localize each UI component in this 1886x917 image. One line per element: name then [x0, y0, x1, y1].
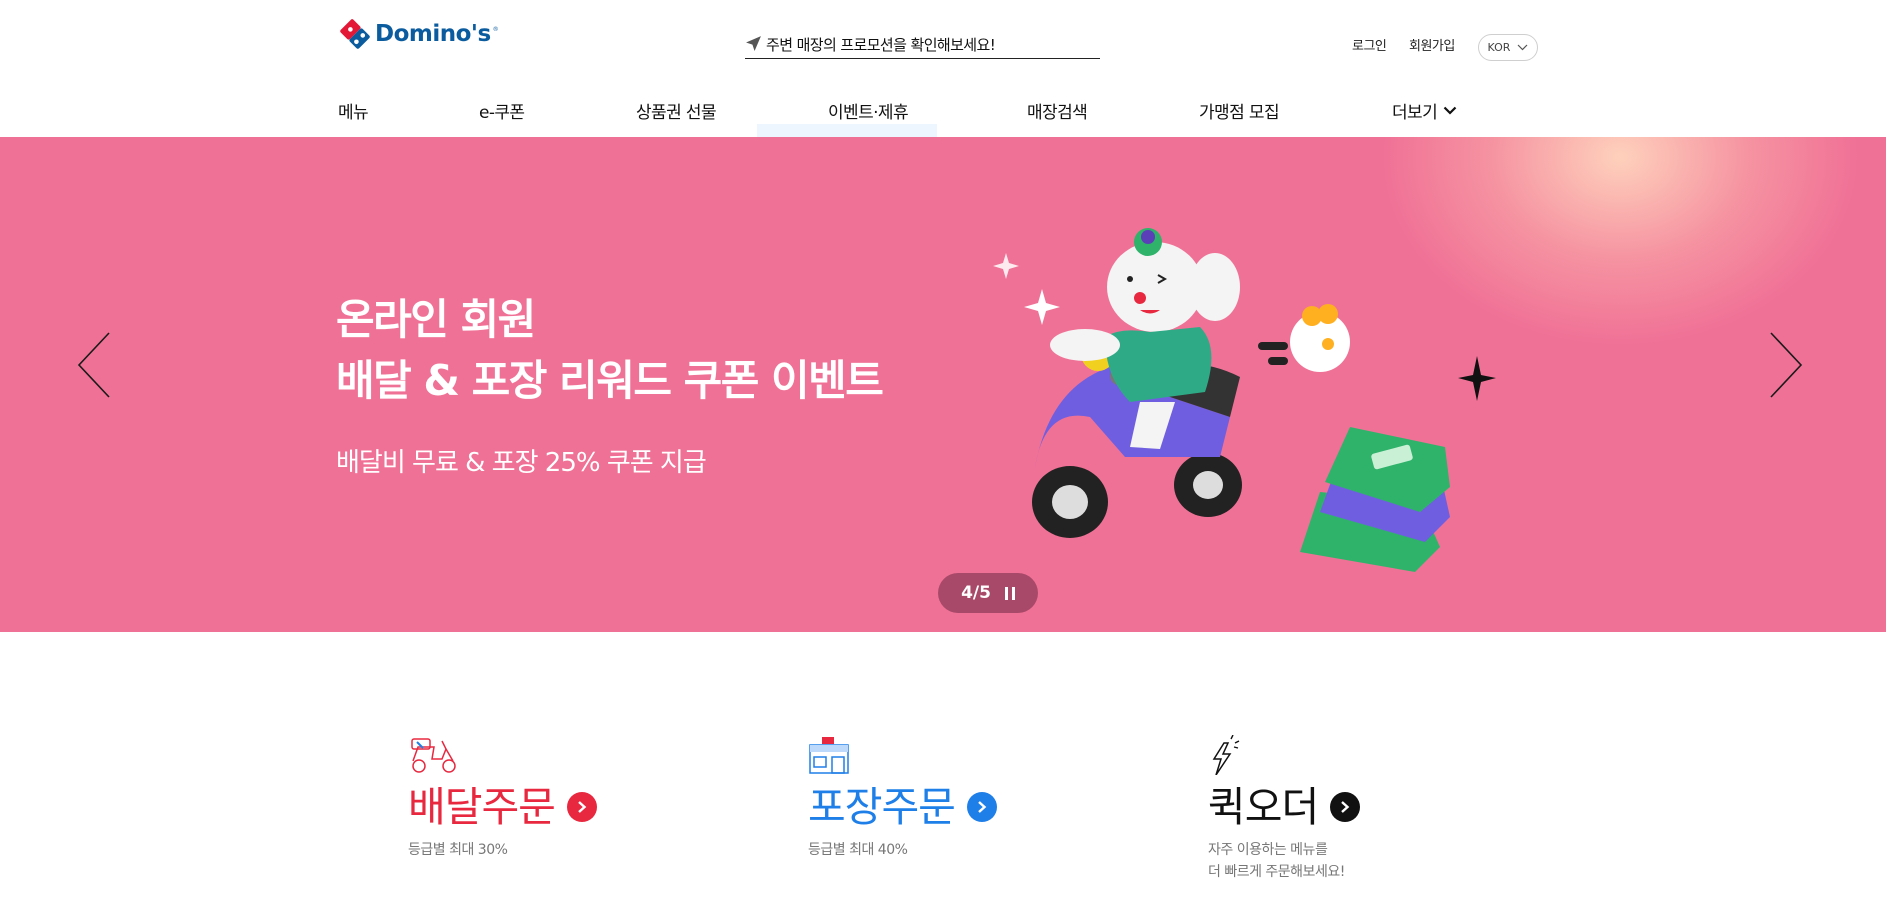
chevron-right-icon[interactable] — [566, 792, 597, 822]
chevron-down-icon — [1443, 106, 1457, 115]
nav-franchise[interactable]: 가맹점 모집 — [1199, 98, 1280, 123]
language-selector[interactable]: KOR — [1478, 34, 1538, 61]
nav-more-label: 더보기 — [1392, 103, 1438, 123]
store-icon — [809, 737, 849, 774]
nav-menu[interactable]: 메뉴 — [338, 98, 369, 123]
site-header: Domino's ® 주변 매장의 프로모션을 확인해보세요! 로그인 회원가입… — [0, 0, 1886, 138]
chevron-down-icon — [1518, 44, 1528, 51]
quick-order-desc-line2: 더 빠르게 주문해보세요! — [1208, 864, 1345, 880]
store-promo-link[interactable]: 주변 매장의 프로모션을 확인해보세요! — [745, 34, 1100, 59]
delivery-order-title: 배달주문 — [408, 783, 556, 831]
nav-more[interactable]: 더보기 — [1392, 98, 1457, 123]
language-label: KOR — [1487, 41, 1511, 54]
chevron-right-icon[interactable] — [1764, 330, 1804, 400]
delivery-order-desc: 등급별 최대 30% — [408, 842, 508, 858]
location-arrow-icon — [746, 35, 761, 51]
hero-banner[interactable]: 온라인 회원 배달 & 포장 리워드 쿠폰 이벤트 배달비 무료 & 포장 25… — [0, 137, 1886, 632]
nav-ecoupon[interactable]: e-쿠폰 — [479, 98, 525, 123]
lightning-icon — [1212, 734, 1240, 776]
pager-count: 4/5 — [961, 583, 991, 603]
quick-order-desc-line1: 자주 이용하는 메뉴를 — [1208, 842, 1328, 858]
brand-name: Domino's — [375, 21, 491, 47]
nav-hover-ghost — [757, 124, 937, 138]
nav-events[interactable]: 이벤트·제휴 — [828, 98, 909, 123]
quick-order-title: 퀵오더 — [1208, 783, 1319, 831]
login-link[interactable]: 로그인 — [1352, 35, 1387, 54]
nav-store-search[interactable]: 매장검색 — [1027, 98, 1088, 123]
registered-mark: ® — [492, 25, 499, 33]
quick-order-title-row: 퀵오더 — [1208, 781, 1361, 833]
pickup-order[interactable]: 포장주문 등급별 최대 40% — [808, 735, 997, 861]
pause-icon[interactable] — [1004, 586, 1015, 600]
banner-pager[interactable]: 4/5 — [938, 573, 1038, 613]
promo-text: 주변 매장의 프로모션을 확인해보세요! — [766, 35, 996, 54]
mascot-scooter-illustration — [993, 228, 1496, 572]
banner-title-line1: 온라인 회원 — [336, 295, 536, 344]
quick-order[interactable]: 퀵오더 자주 이용하는 메뉴를 더 빠르게 주문해보세요! — [1208, 734, 1361, 883]
scooter-icon — [411, 738, 456, 773]
pickup-order-title-row: 포장주문 — [808, 781, 997, 833]
dominos-logo[interactable]: Domino's ® — [339, 18, 499, 50]
chevron-right-icon[interactable] — [966, 792, 997, 822]
chevron-right-icon[interactable] — [1330, 792, 1361, 822]
delivery-order-title-row: 배달주문 — [408, 781, 597, 833]
banner-title-line2: 배달 & 포장 리워드 쿠폰 이벤트 — [336, 356, 884, 405]
dominos-logo-icon — [340, 19, 370, 49]
signup-link[interactable]: 회원가입 — [1409, 35, 1455, 54]
banner-subtitle: 배달비 무료 & 포장 25% 쿠폰 지급 — [336, 448, 707, 478]
pickup-order-title: 포장주문 — [808, 783, 956, 831]
nav-gift-card[interactable]: 상품권 선물 — [636, 98, 717, 123]
quick-order-desc: 자주 이용하는 메뉴를 더 빠르게 주문해보세요! — [1208, 839, 1360, 883]
delivery-order[interactable]: 배달주문 등급별 최대 30% — [408, 735, 597, 861]
pickup-order-desc: 등급별 최대 40% — [808, 842, 908, 858]
banner-title: 온라인 회원 배달 & 포장 리워드 쿠폰 이벤트 — [336, 289, 884, 411]
chevron-left-icon[interactable] — [76, 330, 116, 400]
